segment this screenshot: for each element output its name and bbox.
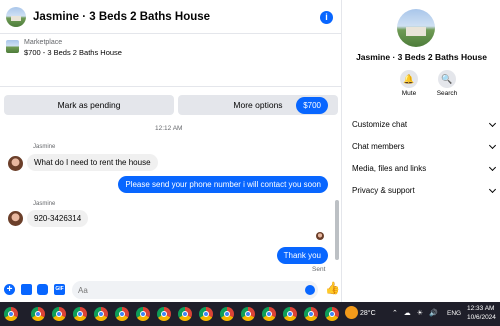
message-bubble-outgoing[interactable]: Thank you [276, 247, 328, 264]
browser-icon[interactable] [73, 307, 87, 321]
message-bubble-outgoing[interactable]: $700 [296, 97, 328, 114]
gif-icon[interactable]: GIF [54, 284, 65, 295]
avatar[interactable] [397, 9, 435, 47]
clock-date[interactable]: 10/6/2024 [467, 314, 496, 321]
search-icon: 🔍 [438, 70, 456, 88]
chat-header: Jasmine · 3 Beds 2 Baths House i [0, 0, 342, 34]
scrollbar-thumb[interactable] [335, 200, 339, 260]
listing-title[interactable]: $700 - 3 Beds 2 Baths House [24, 48, 122, 57]
browser-icon[interactable] [283, 307, 297, 321]
message-bubble-outgoing[interactable]: Please send your phone number i will con… [118, 176, 328, 193]
browser-icon[interactable] [241, 307, 255, 321]
emoji-icon[interactable] [305, 285, 315, 295]
clock-time[interactable]: 12:33 AM [467, 305, 494, 312]
system-tray-icons[interactable]: ⌃ ☁ ☀ 🔊 [392, 309, 440, 317]
seen-avatar-icon [316, 232, 324, 240]
info-icon[interactable]: i [320, 11, 333, 24]
chat-title[interactable]: Jasmine · 3 Beds 2 Baths House [33, 11, 210, 23]
like-icon[interactable]: 👍 [325, 281, 340, 295]
mute-button[interactable]: 🔔 Mute [389, 70, 429, 97]
search-label: Search [436, 90, 458, 97]
conversation-pane: Jasmine · 3 Beds 2 Baths House i Marketp… [0, 0, 342, 302]
thread-scrollbar[interactable] [334, 88, 340, 274]
avatar[interactable] [8, 156, 23, 171]
sender-name: Jasmine [33, 201, 56, 207]
avatar[interactable] [8, 211, 23, 226]
message-status: Sent [312, 266, 326, 273]
chevron-down-icon [488, 163, 497, 172]
weather-icon[interactable] [345, 306, 358, 319]
menu-item-customize-chat[interactable]: Customize chat [352, 115, 497, 135]
language-indicator[interactable]: ENG [447, 310, 461, 317]
menu-item-label: Privacy & support [352, 186, 415, 195]
menu-item-chat-members[interactable]: Chat members [352, 137, 497, 157]
browser-icon[interactable] [136, 307, 150, 321]
browser-icon[interactable] [199, 307, 213, 321]
chevron-down-icon [488, 141, 497, 150]
menu-item-media-files-links[interactable]: Media, files and links [352, 159, 497, 179]
message-bubble-incoming[interactable]: 920-3426314 [27, 210, 89, 227]
menu-item-label: Media, files and links [352, 164, 427, 173]
browser-icon[interactable] [52, 307, 66, 321]
message-bubble-incoming[interactable]: What do I need to rent the house [27, 154, 158, 171]
marketplace-label: Marketplace [24, 39, 63, 46]
mute-label: Mute [401, 90, 417, 97]
browser-icon[interactable] [325, 307, 339, 321]
menu-item-label: Customize chat [352, 120, 408, 129]
browser-icon[interactable] [157, 307, 171, 321]
sender-name: Jasmine [33, 144, 56, 150]
browser-icon[interactable] [4, 307, 18, 321]
search-button[interactable]: 🔍 Search [427, 70, 467, 97]
browser-icon[interactable] [220, 307, 234, 321]
message-timestamp: 12:12 AM [155, 125, 183, 132]
listing-thumbnail[interactable] [6, 40, 19, 53]
menu-item-label: Chat members [352, 142, 405, 151]
marketplace-banner: Marketplace $700 - 3 Beds 2 Baths House … [0, 35, 342, 115]
message-input[interactable] [72, 281, 318, 299]
browser-icon[interactable] [262, 307, 276, 321]
avatar[interactable] [6, 7, 26, 27]
browser-icon[interactable] [178, 307, 192, 321]
bell-icon: 🔔 [400, 70, 418, 88]
chevron-down-icon [488, 185, 497, 194]
browser-icon[interactable] [31, 307, 45, 321]
browser-icon[interactable] [115, 307, 129, 321]
message-composer: + GIF 👍 [0, 278, 342, 302]
photo-icon[interactable] [21, 284, 32, 295]
menu-item-privacy-support[interactable]: Privacy & support [352, 181, 497, 201]
browser-icon[interactable] [94, 307, 108, 321]
details-title: Jasmine · 3 Beds 2 Baths House [356, 52, 487, 62]
message-thread: $700 12:12 AM Jasmine What do I need to … [0, 86, 342, 276]
weather-temperature[interactable]: 28°C [360, 310, 376, 317]
sticker-icon[interactable] [37, 284, 48, 295]
plus-icon[interactable]: + [4, 284, 15, 295]
browser-icon[interactable] [304, 307, 318, 321]
chevron-down-icon [488, 119, 497, 128]
details-pane: Jasmine · 3 Beds 2 Baths House 🔔 Mute 🔍 … [343, 0, 500, 302]
